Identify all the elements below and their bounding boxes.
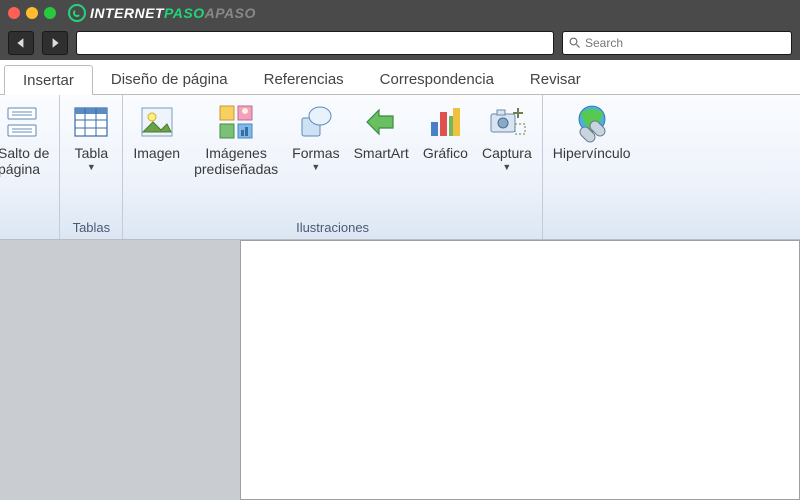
shapes-label: Formas [292, 145, 339, 161]
hyperlink-button[interactable]: Hipervínculo [549, 99, 635, 163]
dropdown-icon: ▼ [311, 162, 320, 172]
tab-revisar[interactable]: Revisar [512, 65, 599, 94]
page-break-icon [3, 101, 45, 143]
group-paginas: Salto de página [0, 95, 60, 239]
back-button[interactable] [8, 31, 34, 55]
ribbon-tabs: Insertar Diseño de página Referencias Co… [0, 60, 800, 94]
ribbon-body: Salto de página Tabla [0, 94, 800, 240]
hyperlink-icon [571, 101, 613, 143]
shapes-button[interactable]: Formas ▼ [288, 99, 343, 174]
page-break-label: Salto de página [0, 145, 49, 177]
table-icon [70, 101, 112, 143]
group-vinculos-label [549, 217, 635, 239]
screenshot-label: Captura [482, 145, 532, 161]
group-tablas-label: Tablas [66, 217, 116, 239]
logo-icon [68, 4, 86, 22]
hyperlink-label: Hipervínculo [553, 145, 631, 161]
smartart-button[interactable]: SmartArt [350, 99, 413, 163]
tab-diseno-pagina[interactable]: Diseño de página [93, 65, 246, 94]
address-bar[interactable] [76, 31, 554, 55]
smartart-icon [360, 101, 402, 143]
site-logo: INTERNETPASOAPASO [68, 4, 256, 22]
group-tablas: Tabla ▼ Tablas [60, 95, 123, 239]
image-label: Imagen [133, 145, 180, 161]
search-placeholder: Search [585, 36, 623, 50]
search-box[interactable]: Search [562, 31, 792, 55]
forward-button[interactable] [42, 31, 68, 55]
group-ilustraciones-label: Ilustraciones [129, 217, 535, 239]
document-area [0, 240, 800, 500]
group-paginas-label [0, 217, 53, 239]
ribbon: Insertar Diseño de página Referencias Co… [0, 60, 800, 240]
clipart-label: Imágenes prediseñadas [194, 145, 278, 177]
image-button[interactable]: Imagen [129, 99, 184, 163]
browser-toolbar: Search [0, 26, 800, 60]
window-close-icon[interactable] [8, 7, 20, 19]
chart-label: Gráfico [423, 145, 468, 161]
tab-insertar[interactable]: Insertar [4, 65, 93, 95]
chart-button[interactable]: Gráfico [419, 99, 472, 163]
tab-referencias[interactable]: Referencias [246, 65, 362, 94]
shapes-icon [295, 101, 337, 143]
search-icon [569, 37, 581, 49]
clipart-button[interactable]: Imágenes prediseñadas [190, 99, 282, 179]
group-vinculos: Hipervínculo [543, 95, 641, 239]
screenshot-button[interactable]: Captura ▼ [478, 99, 536, 174]
arrow-right-icon [49, 37, 61, 49]
document-page[interactable] [240, 240, 800, 500]
tab-correspondencia[interactable]: Correspondencia [362, 65, 512, 94]
arrow-left-icon [15, 37, 27, 49]
clipart-icon [215, 101, 257, 143]
group-ilustraciones: Imagen Imágenes prediseñadas [123, 95, 542, 239]
table-button[interactable]: Tabla ▼ [66, 99, 116, 174]
image-icon [136, 101, 178, 143]
smartart-label: SmartArt [354, 145, 409, 161]
left-gutter [0, 240, 240, 500]
table-label: Tabla [75, 145, 108, 161]
chart-icon [424, 101, 466, 143]
browser-titlebar: INTERNETPASOAPASO [0, 0, 800, 26]
screenshot-icon [486, 101, 528, 143]
dropdown-icon: ▼ [87, 162, 96, 172]
page-break-button[interactable]: Salto de página [0, 99, 53, 179]
logo-text: INTERNETPASOAPASO [90, 5, 256, 21]
dropdown-icon: ▼ [502, 162, 511, 172]
window-minimize-icon[interactable] [26, 7, 38, 19]
window-maximize-icon[interactable] [44, 7, 56, 19]
